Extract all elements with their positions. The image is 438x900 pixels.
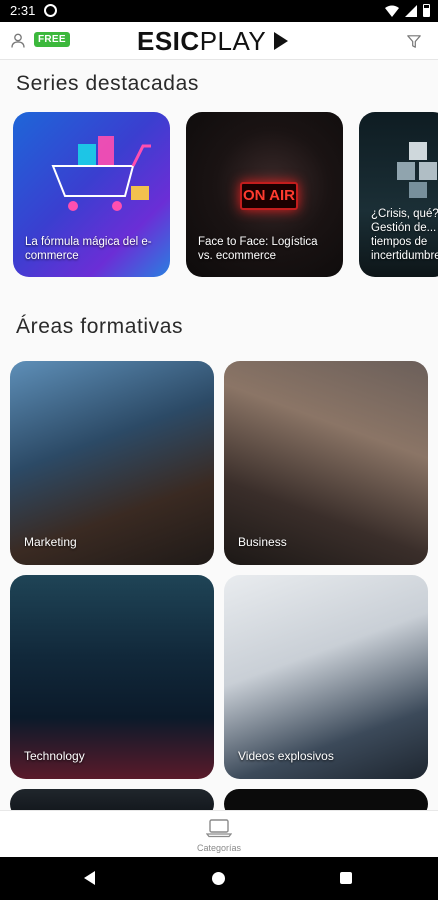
- battery-icon: [423, 4, 430, 17]
- user-icon[interactable]: [11, 33, 25, 48]
- areas-title: Áreas formativas: [16, 315, 184, 338]
- recent-apps-icon[interactable]: [340, 872, 352, 884]
- area-card-label: Business: [238, 535, 287, 549]
- status-icons: [385, 4, 430, 17]
- filter-icon[interactable]: [407, 35, 421, 48]
- area-card-label: Videos explosivos: [238, 749, 334, 763]
- area-card-label: Technology: [24, 749, 85, 763]
- area-card-marketing[interactable]: Marketing: [10, 361, 214, 565]
- cubes-icon: [397, 142, 437, 198]
- logo-esic: ESIC: [137, 25, 200, 56]
- nav-item-categorias[interactable]: Categorías: [180, 811, 258, 858]
- series-card-face-to-face[interactable]: ON AIR Face to Face: Logística vs. ecomm…: [186, 112, 343, 277]
- bottom-navigation: Categorías: [0, 810, 438, 857]
- back-icon[interactable]: [84, 871, 95, 885]
- area-card-partial[interactable]: [224, 789, 428, 810]
- on-air-sign: ON AIR: [240, 182, 298, 210]
- status-time: 2:31: [10, 3, 36, 18]
- status-bar: 2:31: [0, 0, 438, 22]
- signal-icon: [405, 4, 417, 17]
- shopping-cart-icon: [51, 136, 151, 211]
- series-card-title: La fórmula mágica del e-commerce: [25, 236, 152, 262]
- featured-series-carousel[interactable]: La fórmula mágica del e-commerce ON AIR …: [13, 112, 438, 277]
- esicplay-logo: ESIC PLAY: [137, 25, 289, 56]
- play-icon: [274, 32, 289, 50]
- home-icon[interactable]: [212, 872, 225, 885]
- wifi-icon: [385, 5, 399, 17]
- series-card-title: Face to Face: Logística vs. ecommerce: [198, 236, 318, 262]
- series-card-title: ¿Crisis, qué? Gestión de... tiempos de i…: [371, 208, 438, 262]
- main-content[interactable]: Series destacadas La fórmula mágica del …: [0, 60, 438, 810]
- logo-play: PLAY: [199, 25, 267, 56]
- featured-series-title: Series destacadas: [16, 72, 199, 95]
- laptop-icon: [206, 819, 232, 838]
- series-card-crisis[interactable]: ¿Crisis, qué? Gestión de... tiempos de i…: [359, 112, 438, 277]
- area-card-business[interactable]: Business: [224, 361, 428, 565]
- area-card-partial[interactable]: [10, 789, 214, 810]
- series-card-ecommerce[interactable]: La fórmula mágica del e-commerce: [13, 112, 170, 277]
- free-badge: FREE: [34, 32, 70, 47]
- app-header: FREE ESIC PLAY: [0, 22, 438, 60]
- area-card-videos-explosivos[interactable]: Videos explosivos: [224, 575, 428, 779]
- nav-label: Categorías: [196, 843, 242, 853]
- area-card-label: Marketing: [24, 535, 77, 549]
- notification-icon: [44, 4, 57, 17]
- areas-grid: Marketing Business Technology Videos exp…: [10, 361, 428, 810]
- system-navigation-bar: [0, 857, 438, 900]
- area-card-technology[interactable]: Technology: [10, 575, 214, 779]
